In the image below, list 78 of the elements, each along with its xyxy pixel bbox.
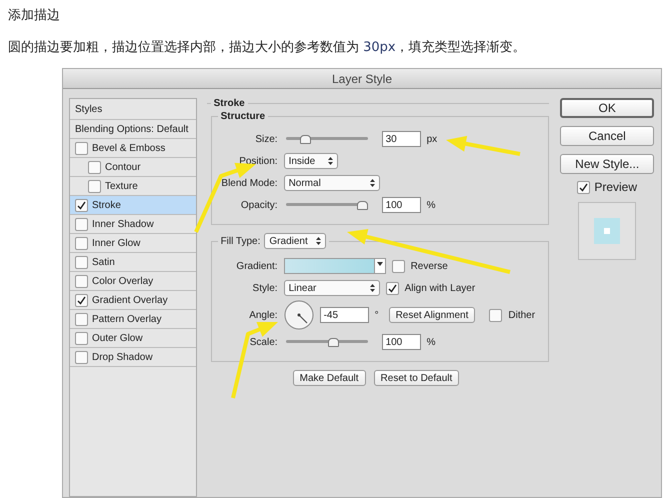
checkbox[interactable]: [88, 160, 101, 174]
scale-slider[interactable]: [286, 338, 368, 346]
field-label: Angle:: [248, 310, 278, 320]
scale-field[interactable]: 100: [382, 334, 421, 350]
size-field[interactable]: 30: [382, 131, 421, 147]
checkbox[interactable]: [75, 332, 88, 344]
dialog-button[interactable]: OK: [560, 98, 654, 118]
unit-label: %: [426, 200, 435, 210]
checkbox[interactable]: [489, 308, 502, 322]
unit-label: %: [426, 336, 435, 348]
size-slider[interactable]: [286, 134, 368, 144]
window-title: Layer Style: [332, 72, 392, 86]
field-label: Position:: [238, 156, 278, 166]
checkbox[interactable]: [577, 180, 590, 194]
style-item[interactable]: Inner Shadow: [70, 215, 196, 234]
default-button[interactable]: Make Default: [292, 370, 366, 386]
default-button[interactable]: Reset to Default: [374, 370, 460, 386]
checkbox[interactable]: [75, 256, 88, 268]
field-label: Style:: [252, 282, 278, 294]
unit-label: °: [374, 310, 380, 320]
field-label: Blend Mode:: [220, 178, 278, 188]
style-item[interactable]: Color Overlay: [70, 272, 196, 291]
style-item[interactable]: Contour: [70, 158, 196, 177]
unit-label: px: [426, 134, 435, 144]
checkbox-label: Reverse: [410, 260, 448, 272]
slider-thumb[interactable]: [356, 200, 368, 210]
checkbox-label: Preview: [594, 180, 638, 194]
style-item[interactable]: Stroke: [70, 196, 196, 215]
style-item[interactable]: Pattern Overlay: [70, 310, 196, 329]
field-label: Fill Type:: [220, 236, 260, 246]
style-dropdown[interactable]: Linear: [284, 280, 380, 296]
updown-arrows-icon: [370, 284, 375, 292]
blend-mode-dropdown[interactable]: Normal: [284, 175, 380, 191]
angle-field[interactable]: -45: [320, 307, 369, 323]
dialog-button[interactable]: New Style...: [560, 154, 654, 174]
fill-type-dropdown[interactable]: Gradient: [264, 233, 326, 249]
checkbox-label: Dither: [508, 310, 536, 320]
style-item[interactable]: Satin: [70, 253, 196, 272]
checkbox[interactable]: [75, 274, 88, 288]
preview-thumbnail: [578, 202, 636, 260]
paragraph: 圆的描边要加粗，描边位置选择内部，描边大小的参考数值为 30px，填充类型选择渐变。: [8, 39, 527, 56]
updown-arrows-icon: [316, 237, 321, 245]
slider-thumb[interactable]: [300, 134, 311, 144]
checkbox[interactable]: [75, 312, 88, 326]
gradient-swatch[interactable]: [284, 258, 386, 274]
list-item[interactable]: Blending Options: Default: [70, 120, 196, 139]
checkbox[interactable]: [75, 142, 88, 154]
group-title: Structure: [220, 111, 266, 122]
field-label: Size:: [254, 134, 278, 144]
reset-alignment-button[interactable]: Reset Alignment: [388, 307, 476, 323]
checkbox[interactable]: [75, 198, 88, 212]
slider-thumb[interactable]: [328, 338, 340, 346]
checkbox[interactable]: [386, 282, 399, 294]
position-dropdown[interactable]: Inside: [284, 153, 338, 169]
field-label: Opacity:: [240, 200, 278, 210]
section-title: Stroke: [212, 98, 246, 109]
heading: 添加描边: [8, 7, 61, 25]
checkbox[interactable]: [88, 180, 101, 192]
updown-arrows-icon: [328, 157, 333, 165]
checkbox-label: Align with Layer: [404, 282, 476, 294]
style-item[interactable]: Gradient Overlay: [70, 291, 196, 310]
dialog-button[interactable]: Cancel: [560, 126, 654, 146]
checkbox[interactable]: [75, 218, 88, 230]
checkbox[interactable]: [75, 236, 88, 250]
style-item[interactable]: Drop Shadow: [70, 348, 196, 367]
checkbox[interactable]: [392, 260, 405, 272]
checkbox[interactable]: [75, 350, 88, 364]
checkbox[interactable]: [75, 294, 88, 306]
list-header: Styles: [70, 99, 196, 120]
style-item[interactable]: Inner Glow: [70, 234, 196, 253]
style-item[interactable]: Outer Glow: [70, 329, 196, 348]
style-item[interactable]: Bevel & Emboss: [70, 139, 196, 158]
angle-dial[interactable]: [284, 300, 314, 330]
opacity-slider[interactable]: [286, 200, 368, 210]
opacity-field[interactable]: 100: [382, 197, 421, 213]
field-label: Scale:: [248, 336, 278, 348]
updown-arrows-icon: [370, 179, 375, 187]
field-label: Gradient:: [235, 260, 278, 272]
